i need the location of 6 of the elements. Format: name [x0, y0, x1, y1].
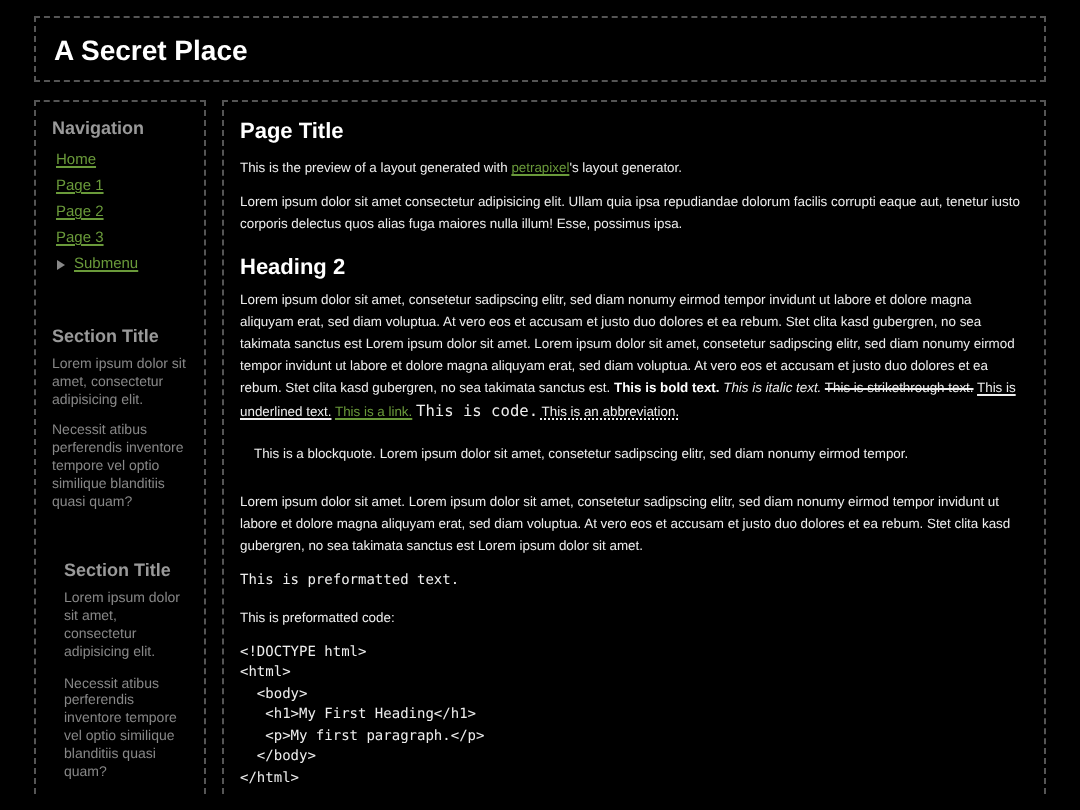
sidebar-heading: Section Title [52, 326, 161, 346]
sidebar-heading: Section Title [64, 560, 173, 581]
site-title: A Secret Place [54, 33, 248, 65]
section-heading: Heading 2 [240, 256, 348, 280]
sidebar-heading: Navigation [52, 118, 147, 138]
page-title: Page Title [240, 120, 346, 144]
